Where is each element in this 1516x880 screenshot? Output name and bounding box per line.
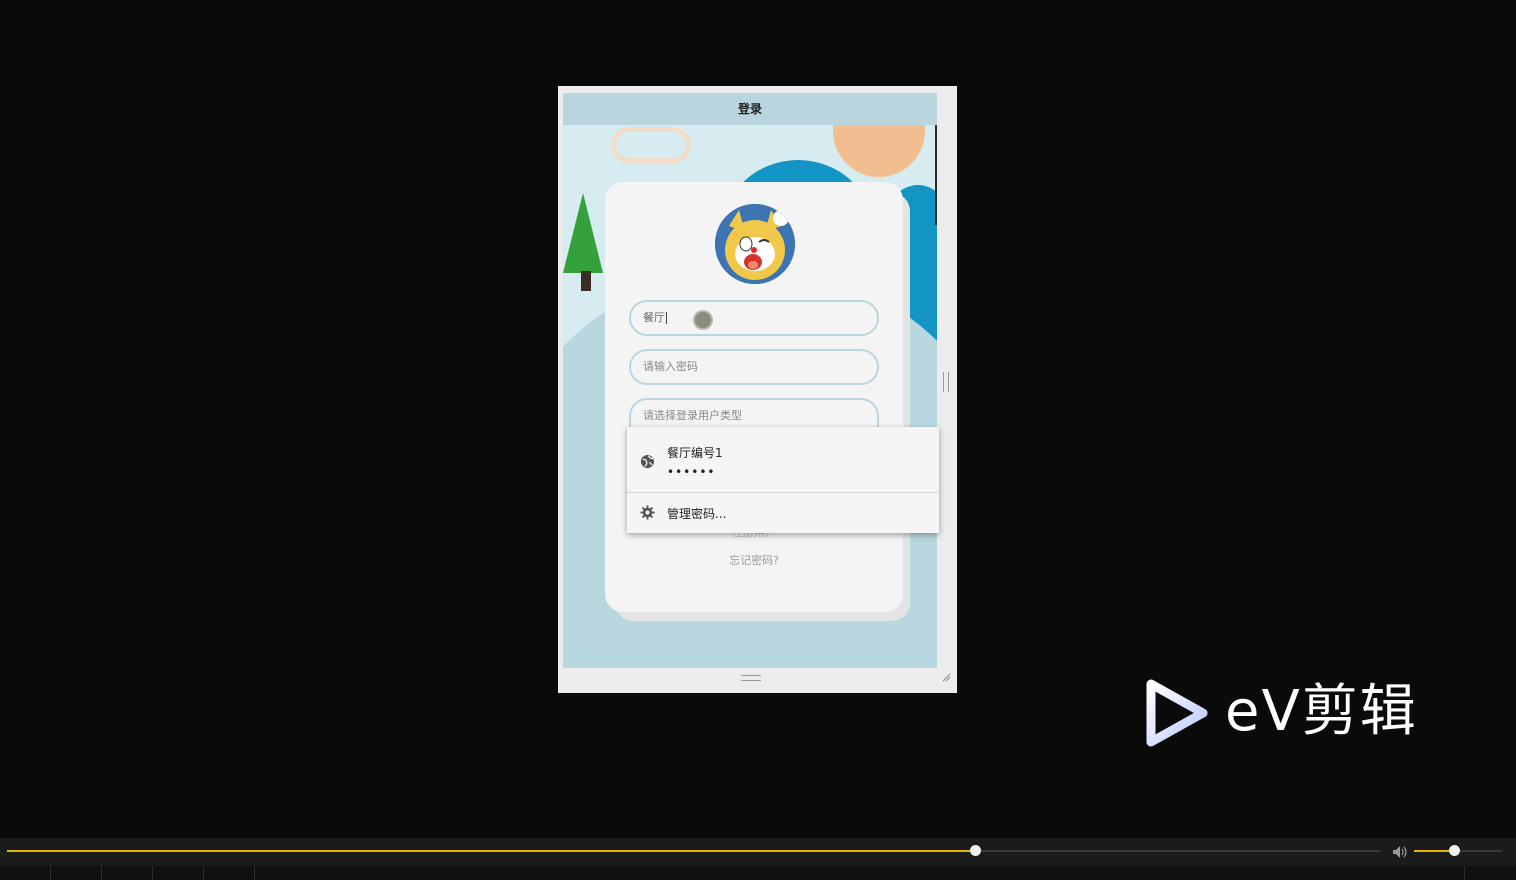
mouse-cursor-indicator	[693, 310, 713, 330]
player-button-strip	[0, 866, 1516, 880]
watermark: eV剪辑	[1145, 678, 1445, 748]
volume-knob[interactable]	[1448, 845, 1460, 856]
user-type-select[interactable]: 请选择登录用户类型	[629, 398, 879, 428]
globe-icon	[640, 454, 655, 473]
login-screen: 餐厅 请输入密码 请选择登录用户类型 注册用户 忘记密码?	[563, 125, 937, 668]
volume-icon[interactable]	[1392, 844, 1408, 863]
gear-icon	[640, 505, 655, 524]
background-tree-trunk	[581, 271, 591, 291]
strip-divider	[101, 866, 102, 880]
login-card: 餐厅 请输入密码 请选择登录用户类型 注册用户 忘记密码?	[605, 182, 903, 612]
background-sun	[833, 125, 925, 177]
username-input[interactable]: 餐厅	[629, 300, 879, 336]
strip-divider	[254, 866, 255, 880]
password-placeholder: 请输入密码	[643, 360, 698, 373]
strip-divider	[203, 866, 204, 880]
watermark-text: eV剪辑	[1225, 679, 1418, 744]
manage-passwords-label: 管理密码...	[667, 507, 727, 521]
forgot-password-link[interactable]: 忘记密码?	[605, 552, 903, 568]
autofill-dropdown: 餐厅编号1 •••••• 管理密码...	[627, 427, 939, 533]
background-divider	[935, 125, 937, 225]
side-resize-handle[interactable]	[943, 372, 949, 392]
user-type-placeholder: 请选择登录用户类型	[643, 409, 742, 422]
saved-credential-item[interactable]: 餐厅编号1 ••••••	[627, 427, 939, 492]
text-caret	[666, 312, 667, 324]
username-value: 餐厅	[643, 311, 665, 324]
password-input[interactable]: 请输入密码	[629, 349, 879, 385]
avatar	[715, 204, 795, 284]
manage-passwords-item[interactable]: 管理密码...	[627, 493, 939, 533]
avatar-image	[715, 204, 795, 284]
strip-divider	[152, 866, 153, 880]
background-tree	[563, 193, 603, 273]
progress-fill	[7, 850, 975, 852]
volume-fill	[1414, 850, 1454, 852]
play-logo-icon	[1146, 679, 1208, 747]
phone-window: 登录 餐厅 请输入密码 请选择登录用户类型 忘记密码? 餐厅编号1 ••••••…	[558, 86, 957, 693]
page-title: 登录	[563, 93, 937, 125]
bottom-resize-handle[interactable]	[741, 675, 761, 681]
saved-password-mask: ••••••	[667, 465, 716, 479]
volume-track[interactable]	[1414, 845, 1502, 856]
progress-knob[interactable]	[969, 845, 981, 856]
strip-divider	[1464, 866, 1465, 880]
progress-track[interactable]	[7, 845, 1380, 856]
video-player-controls	[0, 838, 1516, 880]
strip-divider	[50, 866, 51, 880]
saved-username: 餐厅编号1	[667, 446, 723, 460]
resize-grip-icon[interactable]	[941, 672, 951, 682]
background-cloud	[611, 127, 691, 163]
